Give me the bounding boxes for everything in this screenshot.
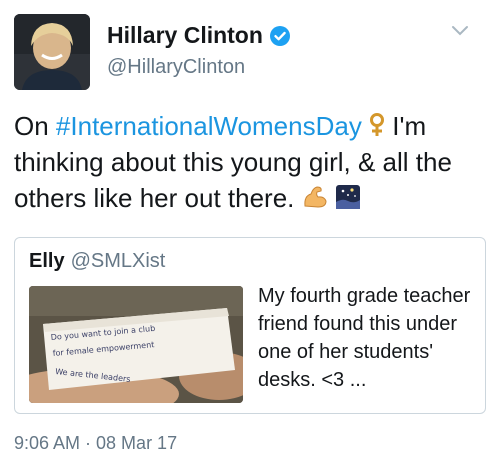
- tweet-text-before: On: [14, 111, 56, 141]
- quoted-tweet-text: My fourth grade teacher friend found thi…: [258, 285, 471, 391]
- night-sky-icon: [335, 185, 360, 209]
- avatar-photo: [14, 14, 90, 90]
- quoted-tweet-photo[interactable]: Do you want to join a club for female em…: [29, 286, 243, 403]
- tweet-text: On #InternationalWomensDay I'm thinking …: [14, 108, 492, 216]
- quoted-tweet[interactable]: Elly @SMLXist Do you want to join a club …: [14, 237, 486, 414]
- author-avatar[interactable]: [14, 14, 90, 90]
- author-name-row[interactable]: Hillary Clinton: [107, 22, 291, 49]
- female-sign-icon: [370, 113, 385, 136]
- handwritten-note-photo: Do you want to join a club for female em…: [29, 286, 243, 403]
- chevron-down-icon[interactable]: [450, 24, 470, 38]
- quoted-tweet-header: Elly @SMLXist: [29, 250, 165, 273]
- verified-badge-icon: [269, 25, 290, 46]
- hashtag-link[interactable]: #InternationalWomensDay: [56, 111, 362, 141]
- tweet-timestamp[interactable]: 9:06 AM · 08 Mar 17: [14, 433, 177, 454]
- flexed-biceps-icon: [304, 186, 327, 208]
- tweet-card: Hillary Clinton @HillaryClinton On #Inte…: [0, 0, 500, 468]
- author-name[interactable]: Hillary Clinton: [107, 22, 263, 49]
- quoted-author-handle[interactable]: @SMLXist: [71, 250, 166, 272]
- quoted-author-name[interactable]: Elly: [29, 250, 65, 272]
- author-handle[interactable]: @HillaryClinton: [107, 56, 245, 79]
